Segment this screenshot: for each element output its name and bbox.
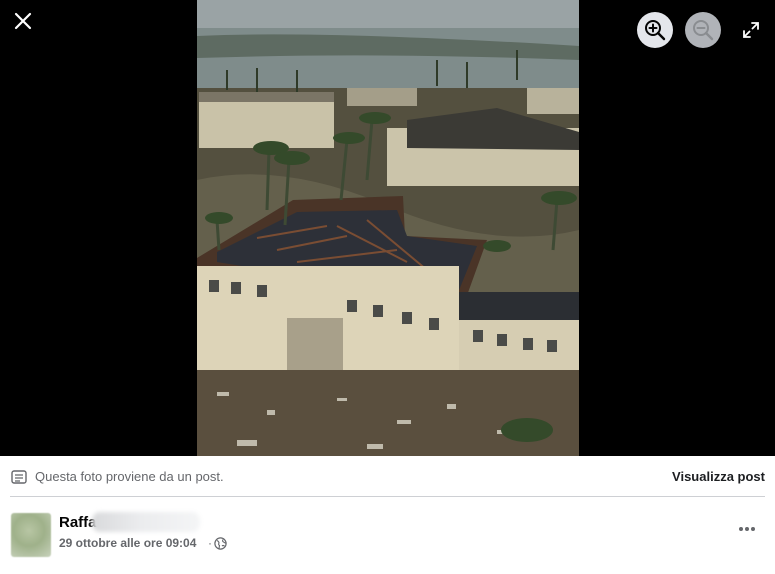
photo-viewer <box>0 0 775 456</box>
fullscreen-button[interactable] <box>738 17 764 43</box>
view-post-link[interactable]: Visualizza post <box>672 469 765 484</box>
fullscreen-icon <box>743 22 759 38</box>
author-header: Raffa 29 ottobre alle ore 09:04 · <box>0 497 775 574</box>
zoom-in-button[interactable] <box>637 12 673 48</box>
more-options-button[interactable] <box>733 519 761 539</box>
author-name[interactable]: Raffa <box>59 514 97 531</box>
post-source-bar: Questa foto proviene da un post. Visuali… <box>0 456 775 496</box>
zoom-out-button[interactable] <box>685 12 721 48</box>
avatar[interactable] <box>11 513 51 557</box>
timestamp-separator: · <box>208 536 212 550</box>
redacted-name-blur <box>92 512 200 532</box>
zoom-out-icon <box>693 20 714 41</box>
post-source-text: Questa foto proviene da un post. <box>35 469 224 484</box>
globe-icon <box>214 537 227 550</box>
post-photo[interactable] <box>197 0 579 456</box>
post-icon <box>11 470 27 484</box>
zoom-in-icon <box>645 20 666 41</box>
close-button[interactable] <box>8 6 38 36</box>
post-timestamp[interactable]: 29 ottobre alle ore 09:04 <box>59 536 196 550</box>
close-icon <box>14 12 32 30</box>
more-options-icon <box>739 527 755 531</box>
